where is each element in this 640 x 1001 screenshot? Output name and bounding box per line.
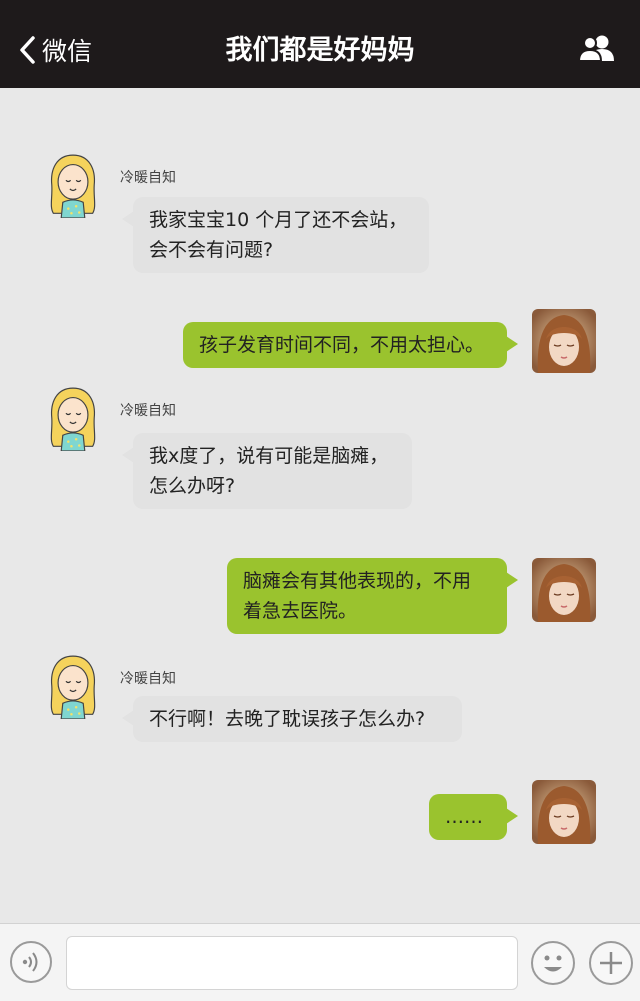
message-bubble[interactable]: 孩子发育时间不同，不用太担心。 — [183, 322, 518, 368]
smiley-icon — [544, 955, 562, 972]
message-line: 孩子发育时间不同，不用太担心。 — [199, 334, 485, 356]
sender-name: 冷暖自知 — [120, 671, 176, 687]
chat-header: 微信 我们都是好妈妈 — [0, 0, 640, 88]
emoji-button[interactable] — [531, 941, 575, 985]
message-line: 怎么办呀? — [149, 475, 236, 497]
avatar-cartoon-girl[interactable] — [40, 653, 106, 719]
message-line: 着急去医院。 — [243, 600, 358, 622]
message-bubble[interactable]: 脑瘫会有其他表现的，不用 着急去医院。 — [227, 558, 518, 634]
people-icon — [577, 35, 614, 62]
avatar-doll[interactable] — [532, 309, 596, 373]
avatar-cartoon-girl[interactable] — [40, 152, 106, 218]
message-line: 脑瘫会有其他表现的，不用 — [243, 570, 472, 592]
avatar-doll[interactable] — [532, 558, 596, 622]
message-line: …… — [445, 806, 483, 828]
voice-icon — [22, 952, 38, 972]
voice-button[interactable] — [10, 941, 52, 983]
message-line: 不行啊！去晚了耽误孩子怎么办? — [149, 708, 426, 730]
sender-name: 冷暖自知 — [120, 403, 176, 419]
input-bar — [0, 923, 640, 1001]
message-bubble[interactable]: …… — [429, 794, 518, 840]
message-bubble[interactable]: 不行啊！去晚了耽误孩子怎么办? — [122, 696, 462, 742]
message-line: 我家宝宝10 个月了还不会站， — [149, 209, 408, 231]
avatar-cartoon-girl[interactable] — [40, 385, 106, 451]
more-button[interactable] — [589, 941, 633, 985]
message-line: 会不会有问题? — [149, 239, 274, 261]
sender-name: 冷暖自知 — [120, 170, 176, 186]
plus-icon — [600, 952, 622, 974]
message-bubble[interactable]: 我x度了，说有可能是脑瘫， 怎么办呀? — [122, 433, 412, 509]
message-input[interactable] — [66, 936, 518, 990]
message-bubble[interactable]: 我家宝宝10 个月了还不会站， 会不会有问题? — [122, 197, 429, 273]
chat-title: 我们都是好妈妈 — [225, 35, 415, 66]
group-members-button[interactable] — [577, 34, 616, 66]
avatar-doll[interactable] — [532, 780, 596, 844]
message-line: 我x度了，说有可能是脑瘫， — [149, 445, 389, 467]
